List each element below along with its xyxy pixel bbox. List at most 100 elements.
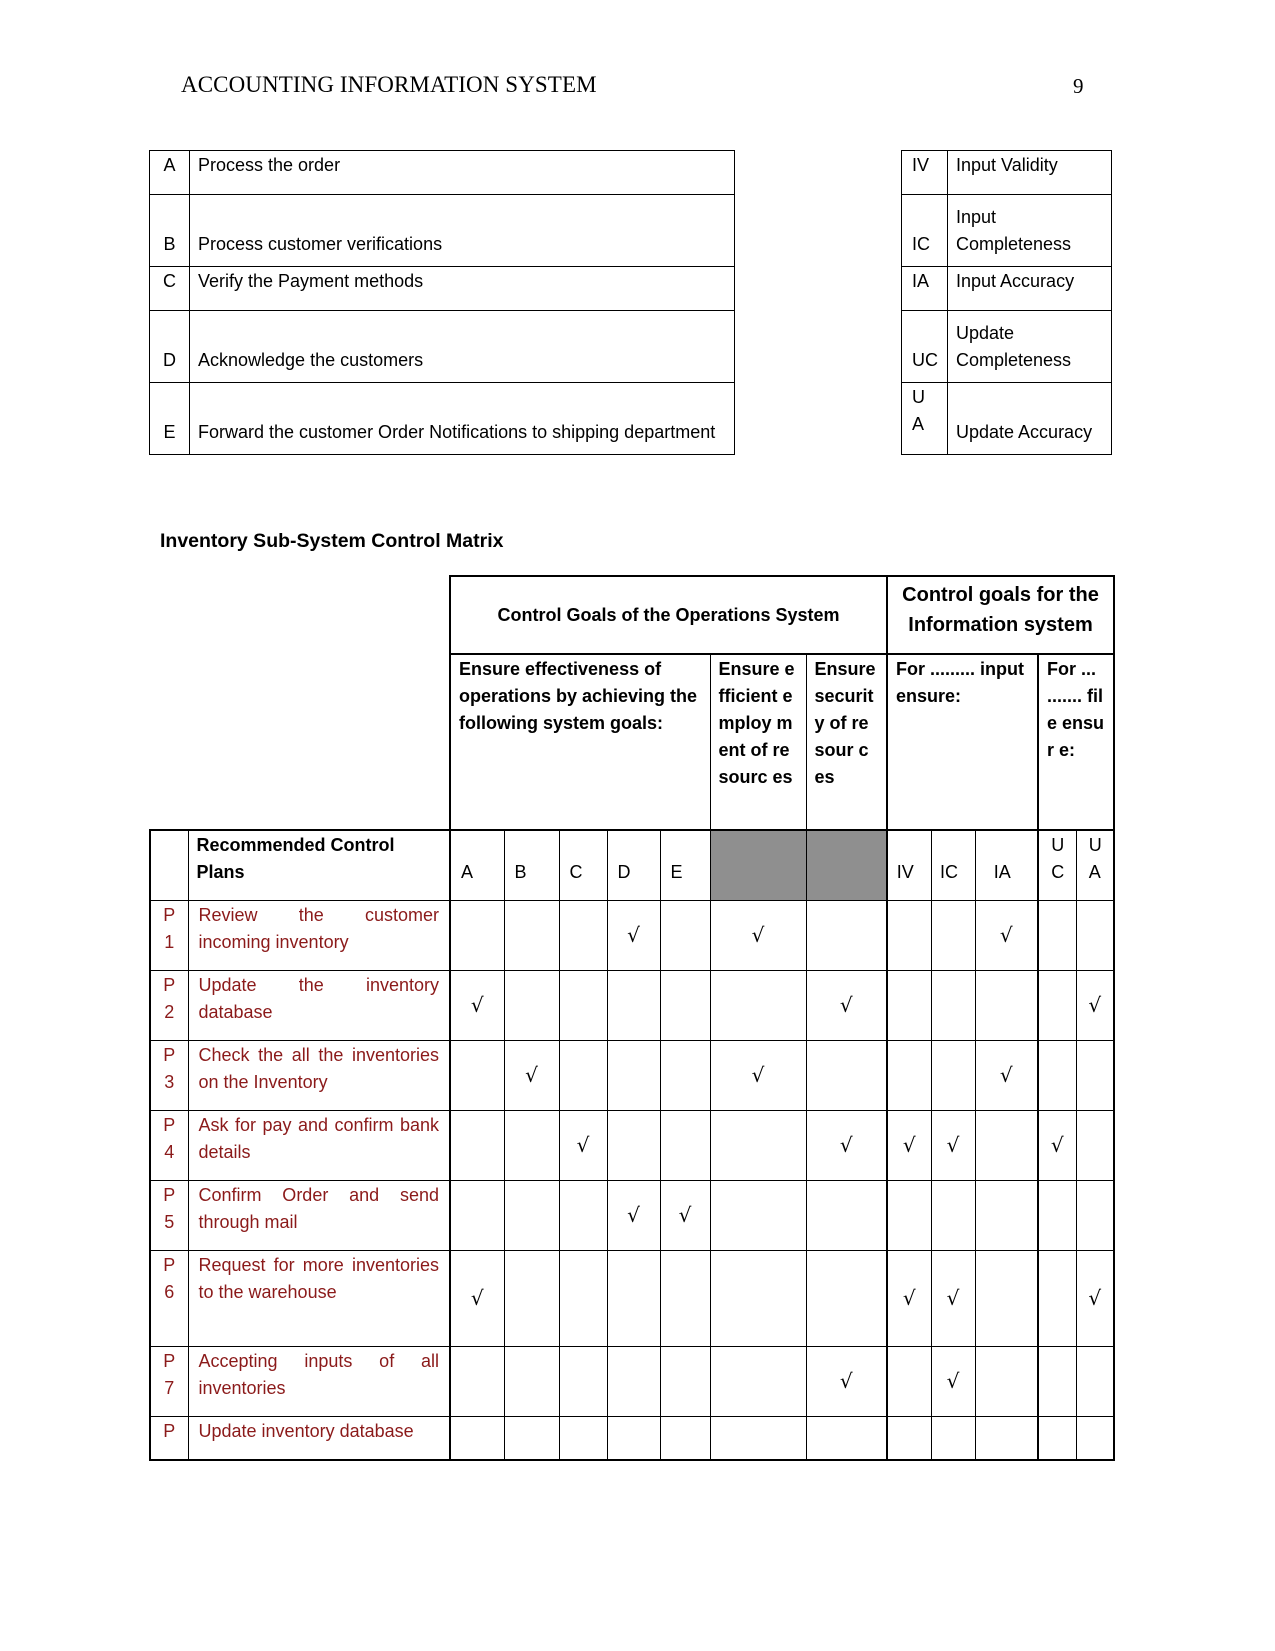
- legend-text: Process customer verifications: [189, 194, 735, 267]
- matrix-cell-ua: [1075, 899, 1116, 971]
- plan-number: P1: [149, 899, 189, 971]
- checkmark-icon: √: [751, 1062, 765, 1087]
- operations-goals-legend: A Process the order B Process customer v…: [149, 150, 735, 455]
- plan-description: Confirm Order and send through mail: [187, 1179, 451, 1251]
- matrix-cell-a: [449, 1039, 505, 1111]
- matrix-cell-e: [659, 899, 711, 971]
- matrix-cell-sec: √: [805, 969, 888, 1041]
- matrix-cell-d: [606, 1249, 661, 1347]
- checkmark-icon: √: [751, 922, 765, 947]
- matrix-cell-ia: √: [974, 1039, 1039, 1111]
- plan-number: P: [149, 1415, 189, 1461]
- legend-text: Input Completeness: [947, 194, 1112, 267]
- file-subheader-text: For ... ....... file ensur e:: [1047, 659, 1105, 760]
- legend-text: Update Completeness: [947, 310, 1112, 383]
- matrix-cell-ic: [930, 1415, 976, 1461]
- matrix-cell-ia: [974, 1345, 1039, 1417]
- plan-description: Check the all the inventories on the Inv…: [187, 1039, 451, 1111]
- col-header-ic: IC: [930, 829, 976, 901]
- efficient-subheader: Ensure efficient employ ment of resourc …: [709, 653, 807, 831]
- matrix-cell-iv: √: [886, 1109, 932, 1181]
- matrix-cell-iv: [886, 969, 932, 1041]
- plan-number-prefix: P: [163, 1044, 176, 1065]
- matrix-cell-e: [659, 1039, 711, 1111]
- matrix-cell-b: [503, 1415, 560, 1461]
- checkmark-icon: √: [946, 1285, 960, 1310]
- plan-number-prefix: P: [163, 904, 176, 925]
- plan-number-digit: 5: [164, 1211, 175, 1232]
- checkmark-icon: √: [576, 1132, 590, 1157]
- file-subheader: For ... ....... file ensur e:: [1036, 653, 1116, 831]
- plan-row-p2: P 2 Update the inventory database √ √ √: [149, 969, 1116, 1041]
- matrix-cell-c: √: [558, 1109, 608, 1181]
- matrix-cell-iv: [886, 1039, 932, 1111]
- matrix-cell-d: [606, 1039, 661, 1111]
- plan-number: P5: [149, 1179, 189, 1251]
- matrix-cell-ic: [930, 1179, 976, 1251]
- information-goals-header: Control goals for the Information system: [885, 575, 1116, 655]
- col-header-ia: IA: [974, 829, 1039, 901]
- matrix-cell-b: [503, 1345, 560, 1417]
- matrix-cell-eff: [709, 1345, 807, 1417]
- col-header-ua-text: UA: [1088, 835, 1102, 882]
- matrix-cell-d: √: [606, 1179, 661, 1251]
- checkmark-icon: √: [627, 1202, 640, 1227]
- legend-row: A Process the order: [149, 150, 735, 195]
- plan-number-digit: 7: [164, 1377, 175, 1398]
- plan-description: Update inventory database: [187, 1415, 451, 1461]
- matrix-cell-a: [449, 1345, 505, 1417]
- matrix-cell-ua: [1075, 1109, 1116, 1181]
- matrix-cell-c: [558, 1249, 608, 1347]
- matrix-cell-b: [503, 899, 560, 971]
- matrix-cell-iv: √: [886, 1249, 932, 1347]
- col-header-uc: UC: [1037, 829, 1077, 901]
- matrix-cell-eff: [709, 1415, 807, 1461]
- security-subheader-text: Ensure securit y of resour ces: [814, 659, 876, 787]
- col-header-efficient-shaded: [709, 829, 807, 901]
- plan-description: Accepting inputs of all inventories: [187, 1345, 451, 1417]
- legend-code: A: [149, 150, 190, 195]
- matrix-cell-a: [449, 1109, 505, 1181]
- col-header-c: C: [558, 829, 608, 901]
- matrix-cell-c: [558, 1345, 608, 1417]
- control-matrix: Control Goals of the Operations System C…: [149, 575, 1116, 1461]
- matrix-cell-iv: [886, 899, 932, 971]
- plan-description: Ask for pay and confirm bank details: [187, 1109, 451, 1181]
- matrix-cell-iv: [886, 1179, 932, 1251]
- matrix-cell-uc: [1037, 1345, 1077, 1417]
- plan-number-header: [149, 829, 189, 901]
- col-header-d: D: [606, 829, 661, 901]
- legend-code: B: [149, 194, 190, 267]
- plan-number-prefix: P: [163, 1350, 176, 1371]
- matrix-cell-a: √: [449, 969, 505, 1041]
- matrix-cell-a: √: [449, 1249, 505, 1347]
- matrix-cell-uc: [1037, 1039, 1077, 1111]
- matrix-cell-ic: [930, 899, 976, 971]
- matrix-cell-c: [558, 969, 608, 1041]
- running-head: ACCOUNTING INFORMATION SYSTEM: [181, 72, 597, 97]
- matrix-cell-e: [659, 1249, 711, 1347]
- matrix-cell-c: [558, 1179, 608, 1251]
- matrix-cell-ia: [974, 1109, 1039, 1181]
- matrix-cell-ua: √: [1075, 969, 1116, 1041]
- checkmark-icon: √: [999, 1062, 1013, 1087]
- empty-corner: [150, 654, 450, 830]
- legend-text: Verify the Payment methods: [189, 266, 735, 311]
- legend-row: E Forward the customer Order Notificatio…: [149, 382, 735, 455]
- matrix-subgoal-row: Ensure effectiveness of operations by ac…: [150, 653, 1116, 831]
- efficient-subheader-text: Ensure efficient employ ment of resourc …: [718, 659, 795, 787]
- plan-row-p8: P Update inventory database: [149, 1415, 1116, 1461]
- matrix-cell-a: [449, 1179, 505, 1251]
- col-header-iv: IV: [886, 829, 932, 901]
- legend-code: IV: [901, 150, 948, 195]
- legend-text: Update Accuracy: [947, 382, 1112, 455]
- operations-goals-header: Control Goals of the Operations System: [449, 575, 888, 655]
- plan-number-digit: 3: [164, 1071, 175, 1092]
- plan-row-p7: P 7 Accepting inputs of all inventories √ √: [149, 1345, 1116, 1417]
- matrix-cell-eff: [709, 1179, 807, 1251]
- plan-row-p3: P 3 Check the all the inventories on the I…: [149, 1039, 1116, 1111]
- legend-code: C: [149, 266, 190, 311]
- legend-text: Process the order: [189, 150, 735, 195]
- legend-row: IV Input Validity: [901, 150, 1112, 195]
- matrix-cell-sec: [805, 1415, 888, 1461]
